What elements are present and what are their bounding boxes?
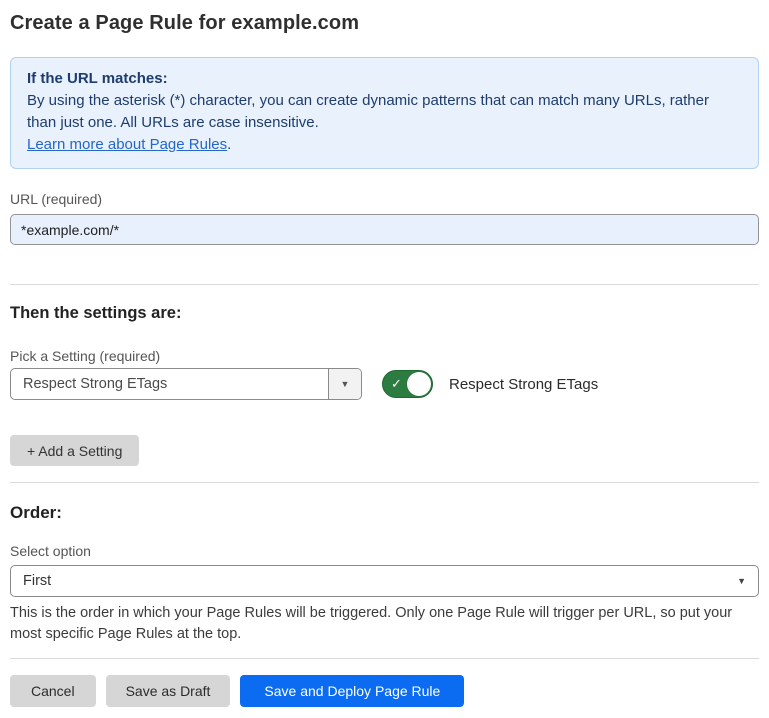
info-box-heading: If the URL matches: bbox=[27, 68, 742, 90]
pick-setting-label: Pick a Setting (required) bbox=[10, 348, 759, 365]
check-icon: ✓ bbox=[391, 377, 402, 390]
order-select-value: First bbox=[23, 573, 51, 589]
url-field-label: URL (required) bbox=[10, 191, 759, 208]
url-input[interactable] bbox=[10, 214, 759, 245]
toggle-knob bbox=[407, 372, 431, 396]
order-section-heading: Order: bbox=[10, 503, 759, 523]
dropdown-arrow-icon[interactable]: ▼ bbox=[328, 369, 361, 399]
order-help-text: This is the order in which your Page Rul… bbox=[10, 603, 758, 645]
order-select[interactable]: First ▼ bbox=[10, 565, 759, 597]
action-buttons: Cancel Save as Draft Save and Deploy Pag… bbox=[10, 675, 759, 707]
page-rule-form: Create a Page Rule for example.com If th… bbox=[0, 10, 769, 707]
url-match-info-box: If the URL matches: By using the asteris… bbox=[10, 57, 759, 169]
info-box-link-line: Learn more about Page Rules. bbox=[27, 134, 742, 156]
page-title: Create a Page Rule for example.com bbox=[10, 10, 759, 36]
save-deploy-button[interactable]: Save and Deploy Page Rule bbox=[240, 675, 464, 707]
order-select-label: Select option bbox=[10, 543, 759, 559]
link-period: . bbox=[227, 136, 231, 153]
section-divider bbox=[10, 284, 759, 285]
add-setting-button[interactable]: + Add a Setting bbox=[10, 435, 139, 466]
setting-select-value: Respect Strong ETags bbox=[11, 369, 328, 399]
toggle-label: Respect Strong ETags bbox=[449, 376, 598, 393]
save-draft-button[interactable]: Save as Draft bbox=[106, 675, 231, 707]
setting-row: Respect Strong ETags ▼ ✓ Respect Strong … bbox=[10, 368, 759, 400]
section-divider bbox=[10, 482, 759, 483]
setting-select[interactable]: Respect Strong ETags ▼ bbox=[10, 368, 362, 400]
section-divider bbox=[10, 658, 759, 659]
learn-more-link[interactable]: Learn more about Page Rules bbox=[27, 136, 227, 153]
chevron-down-icon: ▼ bbox=[737, 576, 746, 586]
info-box-body: By using the asterisk (*) character, you… bbox=[27, 90, 742, 134]
settings-section-heading: Then the settings are: bbox=[10, 304, 759, 323]
cancel-button[interactable]: Cancel bbox=[10, 675, 96, 707]
etags-toggle[interactable]: ✓ bbox=[382, 370, 433, 398]
